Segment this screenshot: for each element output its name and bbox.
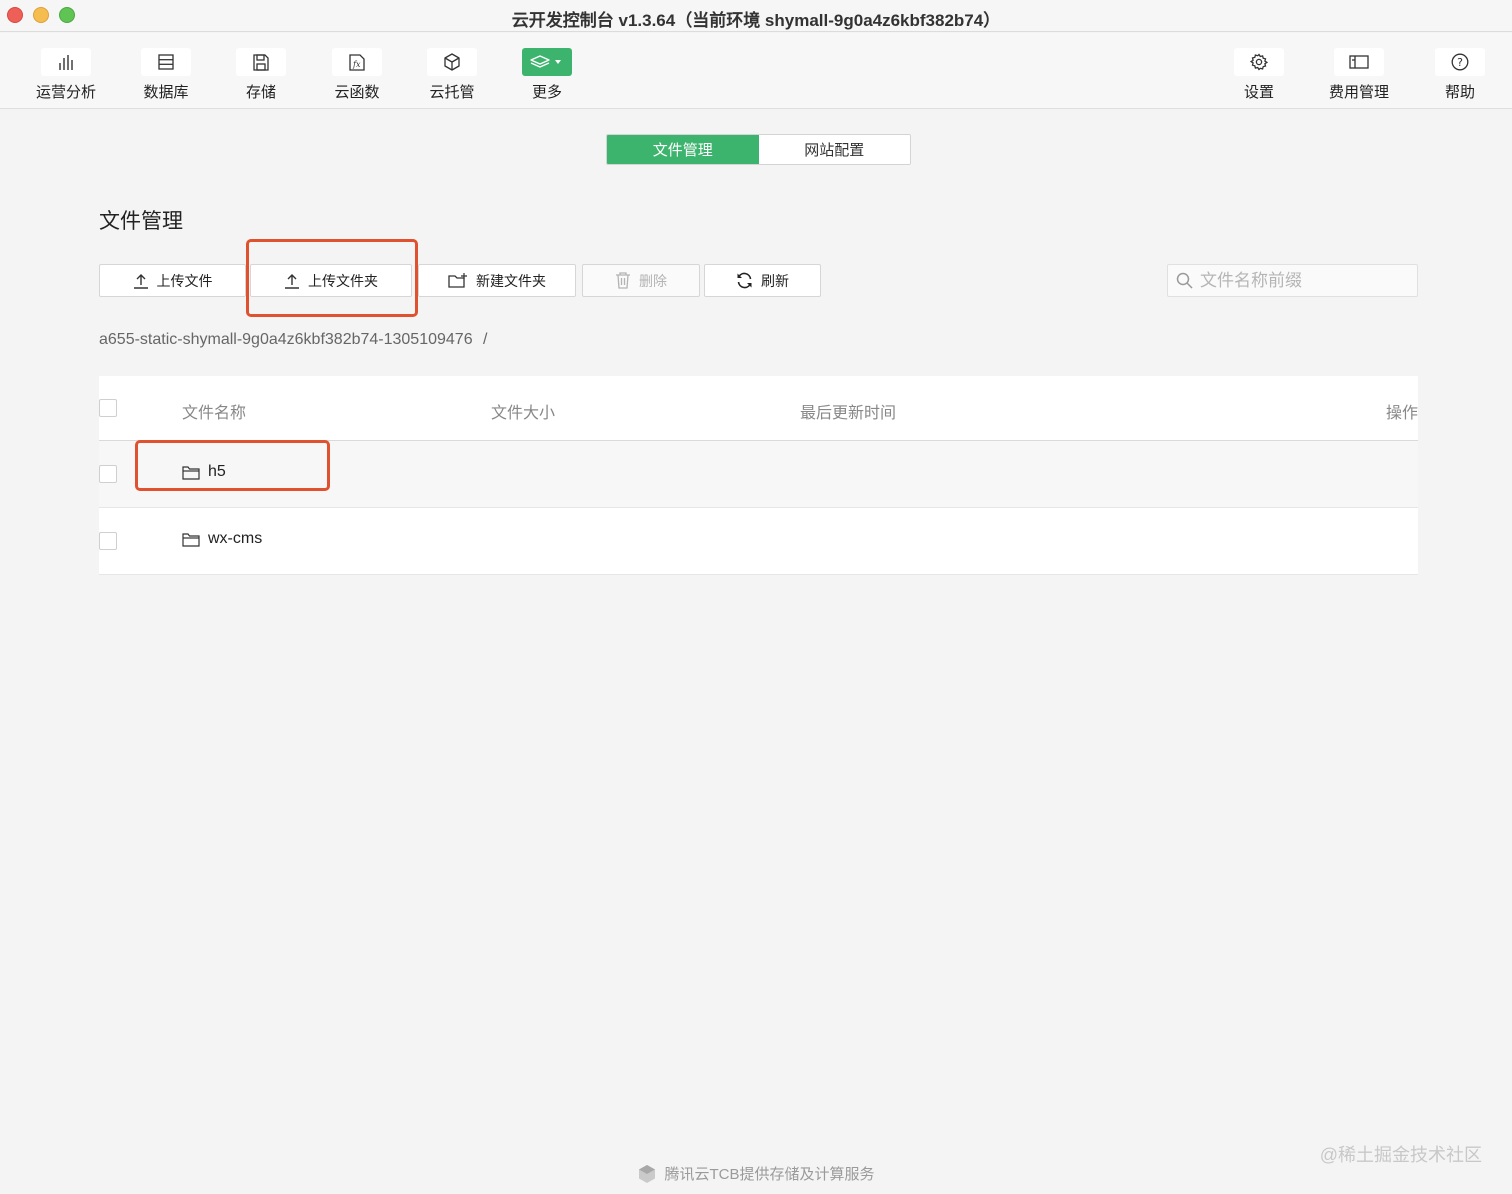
upload-file-button[interactable]: 上传文件 <box>99 264 246 297</box>
highlight-upload-folder <box>246 239 418 317</box>
toolbar-function-button[interactable]: fx 云函数 <box>312 48 402 102</box>
search-box <box>1167 264 1418 297</box>
refresh-button[interactable]: 刷新 <box>704 264 821 297</box>
toolbar-label: 帮助 <box>1444 84 1475 101</box>
watermark: @稀土掘金技术社区 <box>1319 1145 1482 1165</box>
database-icon <box>141 48 191 76</box>
column-size: 文件大小 <box>491 405 556 422</box>
breadcrumb: a655-static-shymall-9g0a4z6kbf382b74-130… <box>99 331 488 349</box>
wallet-icon <box>1334 48 1384 76</box>
upload-icon <box>133 273 148 289</box>
toolbar-billing-button[interactable]: 费用管理 <box>1314 48 1404 102</box>
tcb-logo-icon <box>639 1164 656 1183</box>
row-checkbox[interactable] <box>99 465 117 483</box>
layers-icon <box>522 48 572 76</box>
tab-bar: 文件管理 网站配置 <box>606 134 911 165</box>
folder-icon <box>182 532 200 547</box>
footer-text: 腾讯云TCB提供存储及计算服务 <box>664 1166 875 1183</box>
new-folder-icon <box>448 272 467 288</box>
row-checkbox[interactable] <box>99 532 117 550</box>
delete-label: 删除 <box>639 272 667 289</box>
refresh-label: 刷新 <box>761 272 789 289</box>
select-all-checkbox[interactable] <box>99 399 117 417</box>
toolbar: 运营分析 数据库 存储 fx 云函数 云托管 更多 设置 费用管理 ? 帮助 <box>0 33 1512 109</box>
toolbar-label: 数据库 <box>143 84 189 101</box>
toolbar-more-button[interactable]: 更多 <box>502 48 592 102</box>
page-title: 文件管理 <box>99 210 183 233</box>
search-icon <box>1176 272 1193 289</box>
svg-text:fx: fx <box>352 60 361 69</box>
bar-chart-icon <box>41 48 91 76</box>
gear-icon <box>1234 48 1284 76</box>
help-icon: ? <box>1435 48 1485 76</box>
column-updated: 最后更新时间 <box>800 405 897 422</box>
toolbar-label: 云函数 <box>334 84 380 101</box>
storage-icon <box>236 48 286 76</box>
svg-text:?: ? <box>1457 56 1463 69</box>
tab-website-config[interactable]: 网站配置 <box>758 135 910 164</box>
toolbar-database-button[interactable]: 数据库 <box>121 48 211 102</box>
new-folder-button[interactable]: 新建文件夹 <box>418 264 576 297</box>
refresh-icon <box>737 272 752 289</box>
delete-button[interactable]: 删除 <box>582 264 700 297</box>
toolbar-help-button[interactable]: ? 帮助 <box>1415 48 1505 102</box>
column-actions: 操作 <box>1385 405 1418 422</box>
search-input[interactable] <box>1200 270 1400 291</box>
toolbar-label: 更多 <box>531 84 562 101</box>
title-bar: 云开发控制台 v1.3.64（当前环境 shymall-9g0a4z6kbf38… <box>0 0 1512 32</box>
table-header: 文件名称 文件大小 最后更新时间 操作 <box>99 376 1418 441</box>
toolbar-label: 费用管理 <box>1328 84 1389 101</box>
toolbar-analytics-button[interactable]: 运营分析 <box>21 48 111 102</box>
tab-file-management[interactable]: 文件管理 <box>607 135 759 164</box>
new-folder-label: 新建文件夹 <box>476 272 546 289</box>
column-name: 文件名称 <box>182 405 247 422</box>
toolbar-cloudrun-button[interactable]: 云托管 <box>407 48 497 102</box>
window-title: 云开发控制台 v1.3.64（当前环境 shymall-9g0a4z6kbf38… <box>511 11 1001 30</box>
toolbar-label: 运营分析 <box>35 84 96 101</box>
cube-icon <box>427 48 477 76</box>
toolbar-label: 存储 <box>245 84 276 101</box>
toolbar-label: 云托管 <box>429 84 475 101</box>
function-icon: fx <box>332 48 382 76</box>
table-row[interactable]: wx-cms <box>99 508 1418 575</box>
toolbar-label: 设置 <box>1243 84 1274 101</box>
upload-file-label: 上传文件 <box>156 272 213 289</box>
trash-icon <box>616 272 630 289</box>
footer: 腾讯云TCB提供存储及计算服务 <box>0 1163 1512 1184</box>
breadcrumb-separator: / <box>483 331 488 348</box>
breadcrumb-bucket[interactable]: a655-static-shymall-9g0a4z6kbf382b74-130… <box>99 331 473 348</box>
file-name-cell[interactable]: wx-cms <box>182 530 262 548</box>
toolbar-settings-button[interactable]: 设置 <box>1214 48 1304 102</box>
toolbar-storage-button[interactable]: 存储 <box>216 48 306 102</box>
highlight-h5-folder <box>135 440 330 491</box>
file-name: wx-cms <box>208 530 263 547</box>
